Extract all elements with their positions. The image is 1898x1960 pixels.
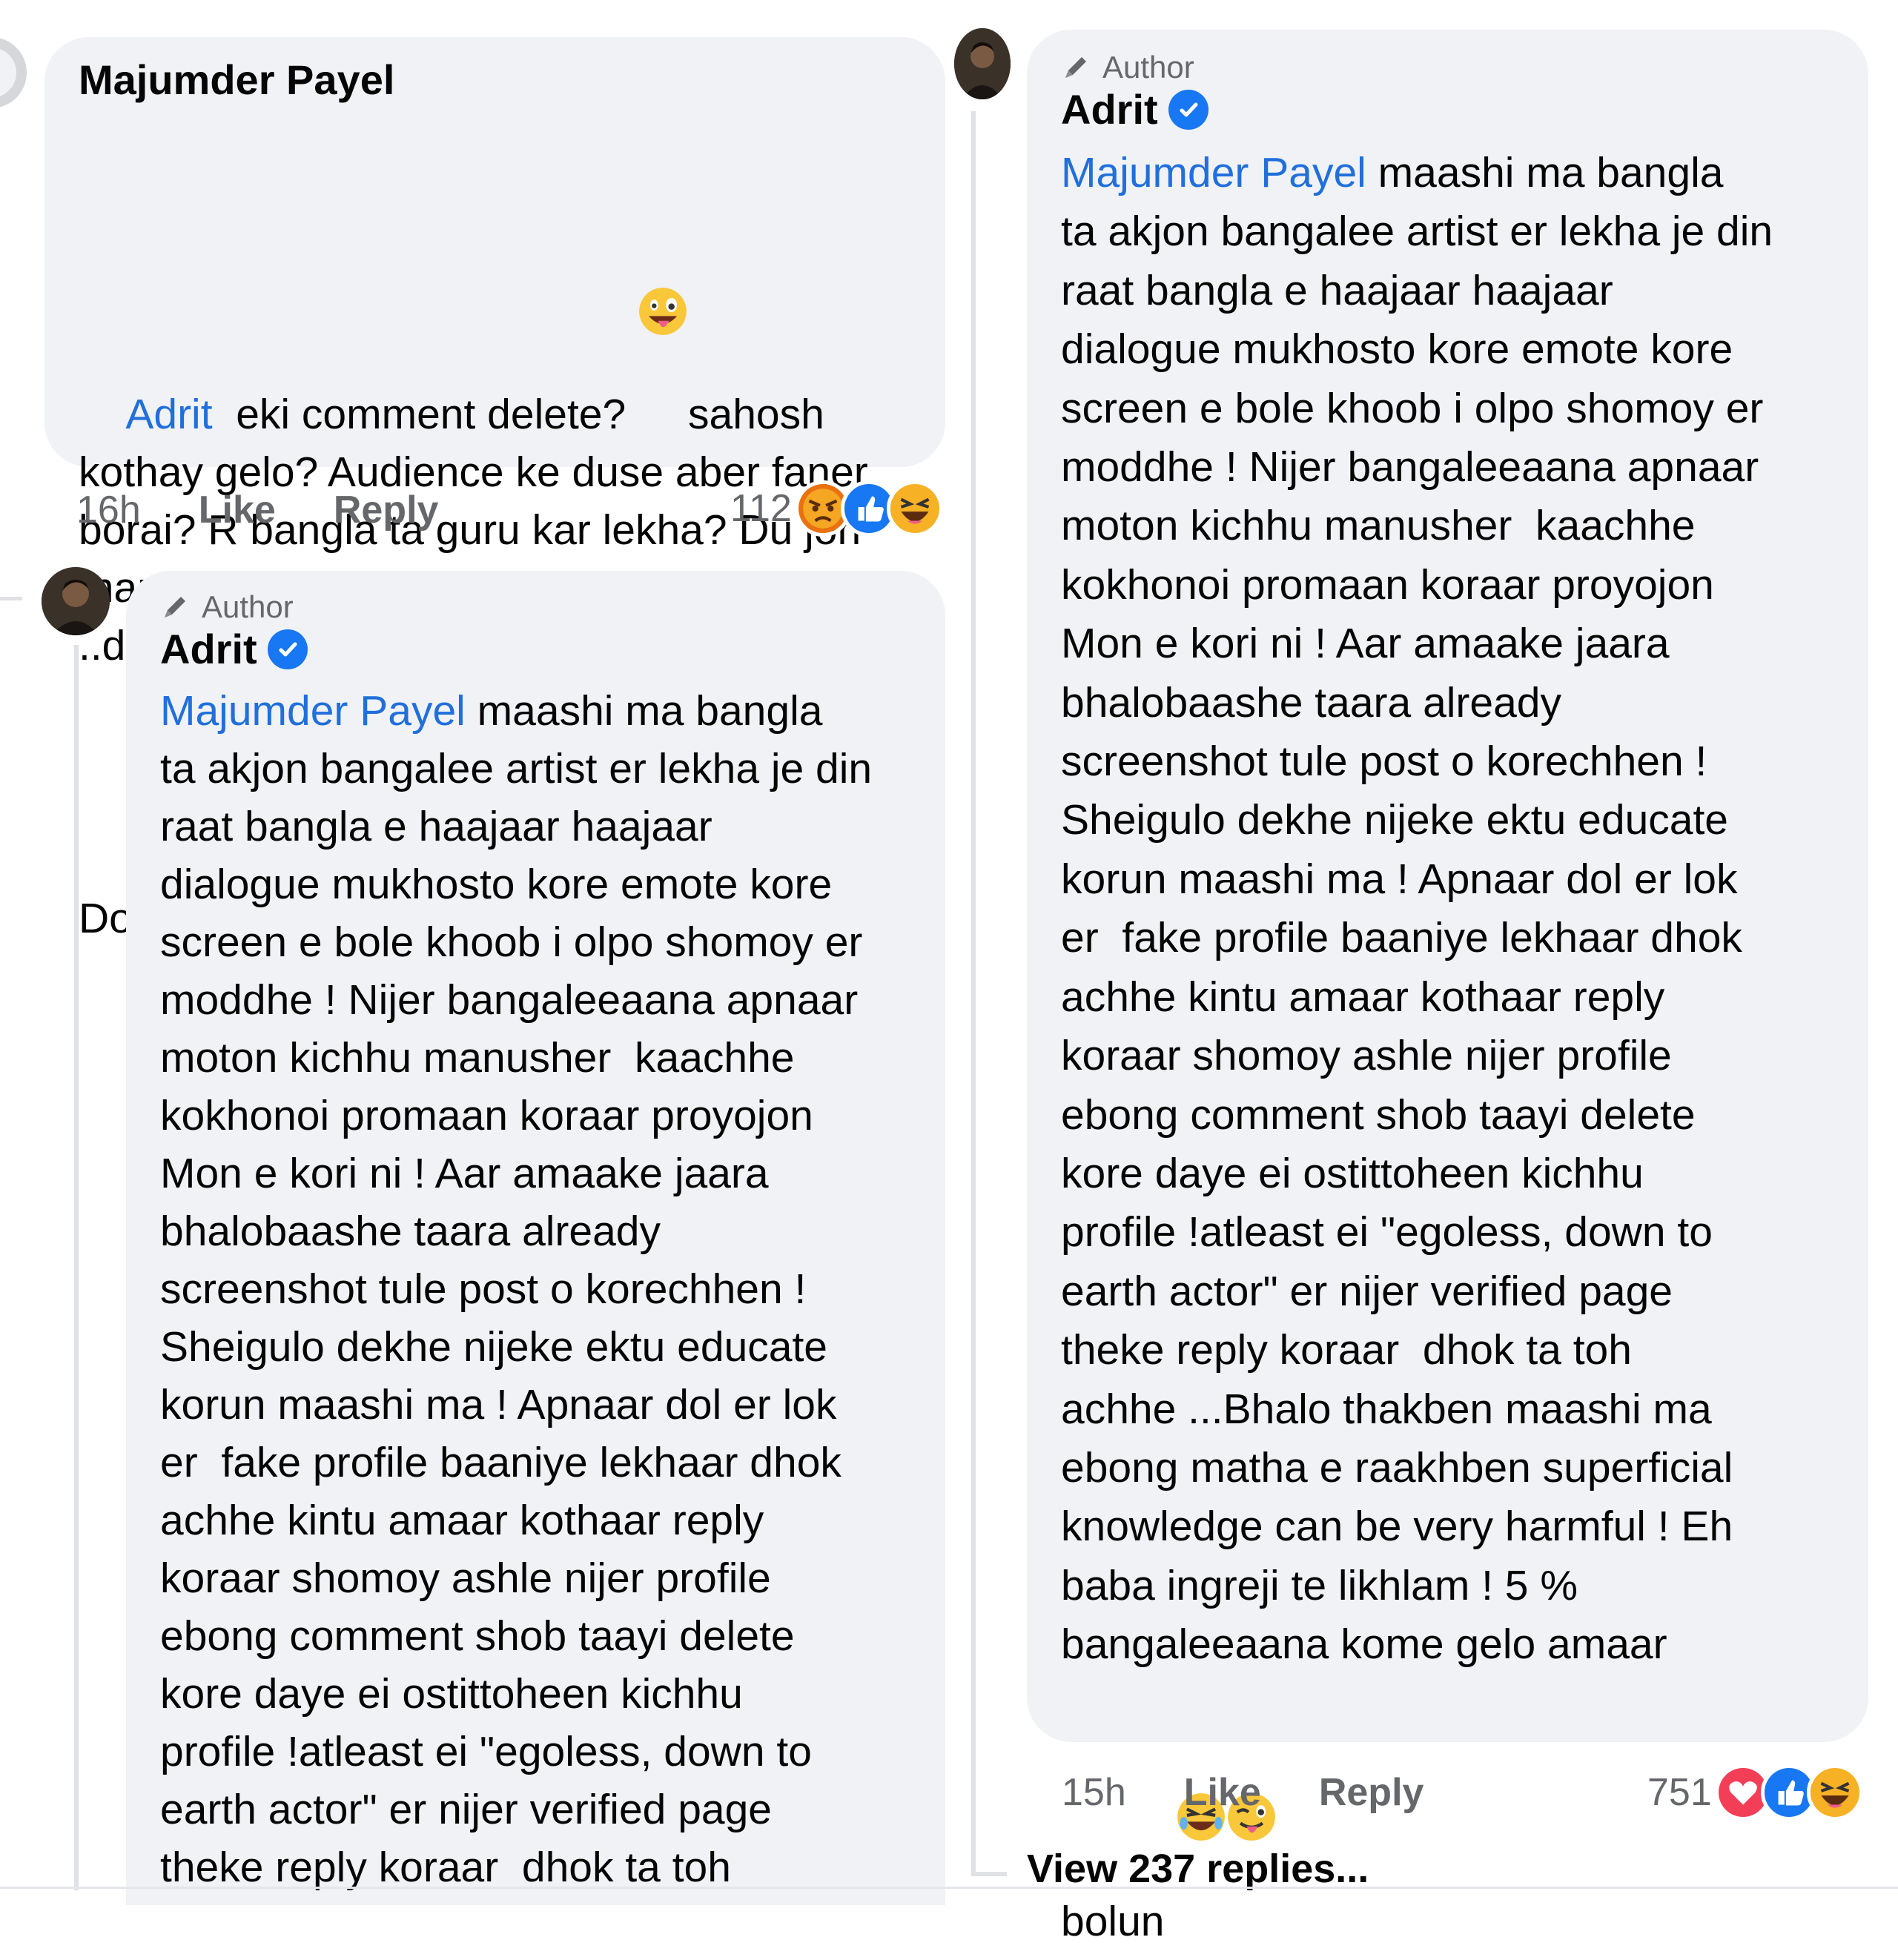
- reply-mention-link[interactable]: Majumder Payel: [1061, 149, 1366, 196]
- reply-reply-button[interactable]: Reply: [1319, 1770, 1424, 1815]
- reply-author-avatar-right[interactable]: [954, 28, 1011, 99]
- reaction-count: 112: [730, 487, 792, 530]
- reply-bubble-right: Author Adrit Majumder Payel maashi ma ba…: [1027, 30, 1868, 1945]
- left-thread-connector: [0, 597, 22, 600]
- comment-author-name[interactable]: Majumder Payel: [79, 56, 911, 104]
- right-thread-connector: [971, 1872, 1007, 1876]
- zany-face-emoji: [638, 170, 688, 335]
- author-tag-label: Author: [202, 589, 294, 624]
- commenter-avatar[interactable]: [0, 37, 27, 108]
- reply-author-name-text[interactable]: Adrit: [1061, 86, 1158, 133]
- reply-author-name-right[interactable]: Adrit: [1061, 86, 1834, 133]
- rolling-laughing-emoji: [1176, 1675, 1226, 1841]
- comment-bubble: Majumder Payel Adrit eki comment delete?…: [44, 37, 945, 942]
- pencil-icon: [160, 592, 190, 622]
- right-thread-line: [971, 111, 976, 1875]
- view-replies-link[interactable]: View 237 replies...: [1027, 1846, 1369, 1892]
- author-tag-label: Author: [1102, 50, 1194, 85]
- bottom-divider: [0, 1887, 1898, 1889]
- comment-like-button[interactable]: Like: [199, 488, 276, 532]
- author-tag: Author: [160, 589, 911, 626]
- verified-badge-icon: [267, 629, 308, 669]
- comment-text-part1: eki comment delete?: [212, 391, 638, 438]
- comment-timestamp[interactable]: 16h: [76, 488, 141, 532]
- reply-author-avatar[interactable]: [42, 567, 110, 635]
- reply-mention-link[interactable]: Majumder Payel: [160, 687, 466, 735]
- winking-tongue-emoji: [1226, 1675, 1277, 1841]
- reply-like-button[interactable]: Like: [1184, 1770, 1261, 1815]
- pencil-icon: [1061, 53, 1091, 82]
- reply-body: Majumder Payel maashi ma bangla ta akjon…: [160, 682, 911, 1896]
- author-tag-right: Author: [1061, 49, 1834, 86]
- comment-reply-button[interactable]: Reply: [334, 488, 439, 532]
- reply-text: maashi ma bangla ta akjon bangalee artis…: [160, 687, 873, 1891]
- comment-actions: 16h Like Reply: [76, 488, 496, 532]
- haha-icon: [886, 480, 943, 537]
- reply-reactions-right[interactable]: 751: [1647, 1764, 1863, 1821]
- reply-body-right: Majumder Payel maashi ma bangla ta akjon…: [1061, 144, 1834, 1951]
- verified-badge-icon: [1168, 90, 1208, 130]
- reply-author-name[interactable]: Adrit: [160, 626, 911, 673]
- reply-author-name-text[interactable]: Adrit: [160, 626, 257, 673]
- reaction-count: 751: [1647, 1771, 1712, 1814]
- comment-mention-link[interactable]: Adrit: [125, 391, 212, 438]
- haha-icon: [1806, 1764, 1863, 1821]
- reply-timestamp[interactable]: 15h: [1062, 1770, 1126, 1815]
- reply-text: maashi ma bangla ta akjon bangalee artis…: [1061, 149, 1773, 1945]
- reply-bubble: Author Adrit Majumder Payel maashi ma ba…: [126, 571, 945, 1905]
- reply-actions-right: 15h Like Reply: [1062, 1770, 1481, 1815]
- comment-reactions[interactable]: 112: [730, 480, 943, 537]
